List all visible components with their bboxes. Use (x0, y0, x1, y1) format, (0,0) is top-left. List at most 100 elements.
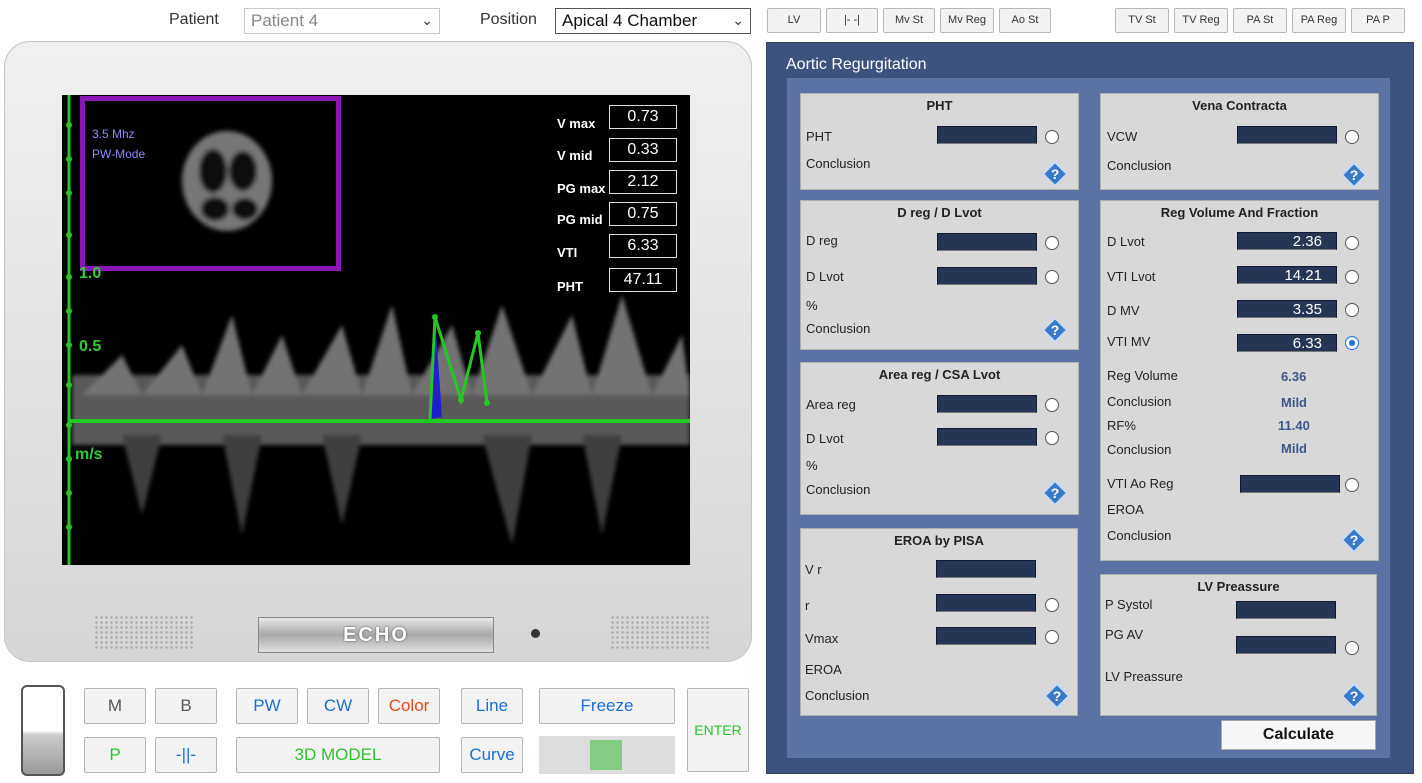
dreg-radio[interactable] (1045, 236, 1059, 250)
pht-field[interactable] (937, 126, 1037, 144)
curve-button[interactable]: Curve (461, 737, 523, 773)
dreg-dlvot-radio[interactable] (1045, 270, 1059, 284)
rv-conclusion3-label: Conclusion (1107, 528, 1172, 543)
pa-p-button[interactable]: PA P (1351, 8, 1405, 33)
help-icon[interactable]: ? (1341, 527, 1367, 553)
b-mode-button[interactable]: B (155, 688, 217, 724)
color-mode-button[interactable]: Color (378, 688, 440, 724)
vti-lvot-field[interactable]: 14.21 (1237, 266, 1337, 284)
calculate-button[interactable]: Calculate (1221, 720, 1376, 750)
dreg-dlvot-label: D Lvot (806, 269, 844, 284)
help-icon[interactable]: ? (1341, 683, 1367, 709)
dmv-radio[interactable] (1345, 303, 1359, 317)
pg-av-radio[interactable] (1345, 641, 1359, 655)
speaker-grille-left (94, 615, 194, 651)
mv-st-button[interactable]: Mv St (883, 8, 935, 33)
eroa-label: EROA (805, 662, 842, 677)
vr-field[interactable] (936, 560, 1036, 578)
m-mode-button[interactable]: M (84, 688, 146, 724)
heart-image (182, 131, 272, 231)
axis-tick-top: 1.0 (79, 265, 102, 279)
area-conclusion-label: Conclusion (806, 482, 871, 497)
rv-dlvot-field[interactable]: 2.36 (1237, 232, 1337, 250)
vmax-radio[interactable] (1045, 630, 1059, 644)
help-icon[interactable]: ? (1042, 480, 1068, 506)
pht-box-title: PHT (926, 98, 953, 113)
dmv-field[interactable]: 3.35 (1237, 300, 1337, 318)
vti-lvot-label: VTI Lvot (1107, 269, 1156, 284)
line-button[interactable]: Line (461, 688, 523, 724)
eroa-pisa-box-title: EROA by PISA (894, 533, 984, 548)
dreg-field[interactable] (937, 233, 1037, 251)
vti-ao-reg-field[interactable] (1240, 475, 1340, 493)
pa-reg-button[interactable]: PA Reg (1292, 8, 1346, 33)
patient-select-value: Patient 4 (251, 11, 319, 30)
vmax-field[interactable] (936, 627, 1036, 645)
vti-lvot-radio[interactable] (1345, 270, 1359, 284)
power-switch[interactable] (21, 685, 65, 776)
pht-conclusion-label: Conclusion (806, 156, 871, 171)
area-dlvot-label: D Lvot (806, 431, 844, 446)
vti-ao-reg-radio[interactable] (1345, 478, 1359, 492)
tv-st-button[interactable]: TV St (1115, 8, 1169, 33)
power-led (531, 629, 540, 638)
rv-conclusion1-label: Conclusion (1107, 394, 1172, 409)
vena-conclusion-label: Conclusion (1107, 158, 1172, 173)
position-select[interactable]: Apical 4 Chamber ⌄ (555, 8, 751, 34)
mv-reg-button[interactable]: Mv Reg (940, 8, 994, 33)
tv-reg-button[interactable]: TV Reg (1174, 8, 1228, 33)
rv-dlvot-radio[interactable] (1345, 236, 1359, 250)
apical-view-thumbnail (80, 96, 341, 271)
help-icon[interactable]: ? (1042, 317, 1068, 343)
pa-st-button[interactable]: PA St (1233, 8, 1287, 33)
help-icon[interactable]: ? (1042, 161, 1068, 187)
r-radio[interactable] (1045, 598, 1059, 612)
lv-button[interactable]: LV (767, 8, 821, 33)
svg-text:?: ? (1350, 532, 1359, 548)
pgmax-label: PG max (557, 181, 606, 196)
patient-select[interactable]: Patient 4 ⌄ (244, 8, 440, 34)
areareg-radio[interactable] (1045, 398, 1059, 412)
r-field[interactable] (936, 594, 1036, 612)
enter-button[interactable]: ENTER (687, 688, 749, 772)
axis-unit: m/s (75, 446, 103, 463)
vmax-value: 0.73 (609, 105, 677, 129)
help-icon[interactable]: ? (1044, 683, 1070, 709)
pht-radio[interactable] (1045, 130, 1059, 144)
vcw-field[interactable] (1237, 126, 1337, 144)
vti-mv-label: VTI MV (1107, 334, 1151, 349)
split-button[interactable]: -||- (155, 737, 217, 773)
vcw-radio[interactable] (1345, 130, 1359, 144)
ao-st-button[interactable]: Ao St (999, 8, 1051, 33)
dreg-dlvot-field[interactable] (937, 267, 1037, 285)
dreg-percent-label: % (806, 298, 818, 313)
p-button[interactable]: P (84, 737, 146, 773)
area-dlvot-field[interactable] (937, 428, 1037, 446)
reg-volume-value: 6.36 (1281, 369, 1307, 384)
vti-mv-radio[interactable] (1345, 336, 1359, 350)
pw-mode-button[interactable]: PW (236, 688, 298, 724)
vti-ao-reg-label: VTI Ao Reg (1107, 476, 1174, 491)
cw-mode-button[interactable]: CW (307, 688, 369, 724)
speaker-grille-right (610, 615, 710, 651)
dreg-conclusion-label: Conclusion (806, 321, 871, 336)
rv-dlvot-label: D Lvot (1107, 234, 1145, 249)
svg-text:?: ? (1051, 322, 1060, 338)
freeze-slider-knob[interactable] (590, 740, 622, 770)
p-systol-label: P Systol (1105, 597, 1153, 612)
areareg-field[interactable] (937, 395, 1037, 413)
3d-model-button[interactable]: 3D MODEL (236, 737, 440, 773)
area-dlvot-radio[interactable] (1045, 431, 1059, 445)
areareg-label: Area reg (806, 397, 856, 412)
caliper-button[interactable]: |- -| (826, 8, 878, 33)
area-box-title: Area reg / CSA Lvot (878, 367, 1001, 382)
p-systol-field[interactable] (1236, 601, 1336, 619)
freeze-button[interactable]: Freeze (539, 688, 675, 724)
reg-volume-box-title: Reg Volume And Fraction (1160, 205, 1319, 220)
help-icon[interactable]: ? (1341, 162, 1367, 188)
pgmid-label: PG mid (557, 212, 603, 227)
frequency-text: 3.5 Mhz (92, 127, 135, 141)
vti-mv-field[interactable]: 6.33 (1237, 334, 1337, 352)
pg-av-field[interactable] (1236, 636, 1336, 654)
svg-text:?: ? (1051, 166, 1060, 182)
